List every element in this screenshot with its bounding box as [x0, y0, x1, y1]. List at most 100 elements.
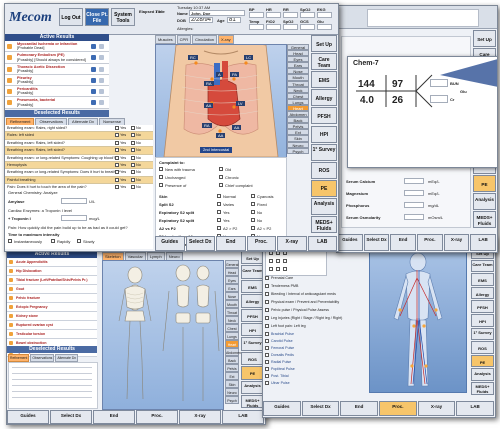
nav-care-team[interactable]: Care Team — [471, 259, 494, 273]
vital-input[interactable] — [266, 24, 281, 30]
exam-option-checkbox[interactable] — [251, 226, 255, 230]
region-pelvis[interactable]: Pelvis — [225, 364, 239, 372]
drag-handle-icon[interactable] — [7, 89, 12, 95]
chem7-row-input[interactable] — [404, 202, 424, 208]
yes-checkbox[interactable] — [115, 170, 119, 175]
option-checkbox[interactable] — [77, 239, 81, 243]
region-neuro[interactable]: Neuro — [225, 388, 239, 396]
nav-pfsh[interactable]: PFSH — [241, 308, 264, 322]
note-checkbox[interactable] — [265, 324, 269, 328]
nav-analysis[interactable]: Analysis — [473, 192, 496, 210]
pulse-row[interactable]: Ulnar Pulse — [265, 380, 365, 387]
vascular-note-row[interactable]: Tenderness PMB — [265, 283, 365, 291]
skeleton-result-row[interactable]: Testicular torsion — [7, 330, 97, 339]
bottom-guides-button[interactable]: Guides — [337, 234, 363, 251]
pulse-row[interactable]: Brachial Pulse — [265, 331, 365, 338]
region-ears[interactable]: Ears — [225, 284, 239, 292]
bottom-guides-button[interactable]: Guides — [263, 401, 301, 416]
yes-checkbox[interactable] — [115, 148, 119, 153]
arrow-down-icon[interactable] — [99, 100, 104, 106]
amylase-input[interactable] — [61, 198, 87, 204]
note-checkbox[interactable] — [265, 308, 269, 312]
tab-refinement[interactable]: Refinement — [8, 354, 30, 362]
tab-circulation[interactable]: Circulation — [192, 35, 218, 44]
chem7-bun-input[interactable] — [430, 79, 448, 87]
nav-ros[interactable]: ROS — [241, 351, 264, 366]
bottom-select-dx-button[interactable]: Select Dx — [185, 236, 215, 251]
no-checkbox[interactable] — [131, 148, 135, 153]
nav-analysis[interactable]: Analysis — [311, 197, 337, 215]
note-checkbox[interactable] — [265, 292, 269, 296]
region-skin[interactable]: Skin — [225, 380, 239, 388]
nav-set-up[interactable]: Set Up — [311, 35, 337, 53]
drag-handle-icon[interactable] — [9, 277, 13, 282]
vascular-figure[interactable] — [370, 248, 466, 392]
yes-checkbox[interactable] — [115, 140, 119, 145]
vital-input[interactable] — [300, 12, 315, 18]
pulse-row[interactable]: Post. Tibial — [265, 373, 365, 380]
chem7-row-input[interactable] — [404, 214, 424, 220]
bottom-end-button[interactable]: End — [390, 234, 416, 251]
nav-pe[interactable]: PE — [473, 174, 496, 192]
region-neck[interactable]: Neck — [225, 316, 239, 324]
nav-hpi[interactable]: HPI — [471, 314, 494, 327]
region-back[interactable]: Back — [225, 356, 239, 364]
body-view-tabs[interactable]: Muscles CPR Circulation X-ray — [155, 35, 235, 44]
option-checkbox[interactable] — [51, 239, 55, 243]
drag-handle-icon[interactable] — [9, 340, 13, 345]
arrow-down-icon[interactable] — [99, 66, 104, 72]
tab-x-ray[interactable]: X-ray — [218, 35, 234, 44]
bottom-x-ray-button[interactable]: X-ray — [443, 234, 470, 251]
exam-checkbox[interactable] — [159, 167, 163, 171]
vascular-note-row[interactable]: Leg Injuries (Right / Stage / Right leg … — [265, 315, 365, 323]
active-result-row[interactable]: Thoracic Aortic Dissection [Possibly] — [5, 64, 109, 75]
pulse-row[interactable]: Dorsalis Pedis — [265, 352, 365, 359]
vital-input[interactable] — [317, 12, 332, 18]
name-field[interactable]: John, Doe — [189, 10, 245, 16]
nav-meds-fluids[interactable]: MEDS+ Fluids — [471, 382, 494, 395]
bottom-guides-button[interactable]: Guides — [155, 236, 185, 251]
exam-option-checkbox[interactable] — [217, 202, 221, 206]
drag-handle-icon[interactable] — [9, 304, 13, 309]
drag-handle-icon[interactable] — [9, 286, 13, 291]
skeleton-result-row[interactable]: Acute Appendicitis — [7, 258, 97, 267]
drag-handle-icon[interactable] — [9, 259, 13, 264]
nav-ros[interactable]: ROS — [311, 161, 337, 179]
arrow-down-icon[interactable] — [99, 77, 104, 83]
nav-pe[interactable]: PE — [311, 179, 337, 197]
region-abdomen[interactable]: Abdomen — [225, 348, 241, 356]
region-eyes[interactable]: Eyes — [225, 276, 239, 284]
pulse-row[interactable]: Radial Pulse — [265, 359, 365, 366]
exam-option-checkbox[interactable] — [217, 226, 221, 230]
no-checkbox[interactable] — [131, 177, 135, 182]
bottom-end-button[interactable]: End — [340, 401, 378, 416]
yes-checkbox[interactable] — [115, 126, 119, 130]
note-checkbox[interactable] — [265, 300, 269, 304]
pulse-row[interactable]: Femoral Pulse — [265, 345, 365, 352]
bottom-lab-button[interactable]: LAB — [307, 236, 337, 251]
info-icon[interactable] — [91, 77, 96, 83]
pulse-row[interactable]: Carotid Pulse — [265, 338, 365, 345]
active-result-row[interactable]: Pulmonary Embolism (PE) [Possibly] [Shoul… — [5, 52, 109, 64]
nav-pe[interactable]: PE — [241, 366, 264, 380]
pulse-checkbox[interactable] — [265, 339, 269, 343]
region-heart[interactable]: Heart — [225, 340, 239, 348]
region-nose[interactable]: Nose — [225, 292, 239, 300]
bottom-lab-button[interactable]: LAB — [222, 410, 264, 424]
bottom-select-dx-button[interactable]: Select Dx — [363, 234, 390, 251]
arrow-down-icon[interactable] — [99, 55, 104, 61]
exam-checkbox[interactable] — [219, 183, 223, 187]
nav-ems[interactable]: EMS — [311, 71, 337, 89]
nav-1-survey[interactable]: 1° Survey — [241, 337, 264, 351]
nav-allergy[interactable]: Allergy — [471, 286, 494, 300]
chem7-cr-input[interactable] — [430, 95, 448, 103]
skeleton-result-row[interactable]: Ectopic Pregnancy — [7, 303, 97, 312]
active-result-row[interactable]: Pneumonia, bacterial [Possibly] — [5, 97, 109, 109]
nav-care-team[interactable]: Care Team — [241, 265, 264, 279]
nav-analysis[interactable]: Analysis — [471, 368, 494, 381]
exam-checkbox[interactable] — [219, 167, 223, 171]
vital-input[interactable] — [249, 24, 264, 30]
info-icon[interactable] — [91, 89, 96, 95]
nav-ems[interactable]: EMS — [471, 273, 494, 286]
vital-input[interactable] — [317, 24, 332, 30]
